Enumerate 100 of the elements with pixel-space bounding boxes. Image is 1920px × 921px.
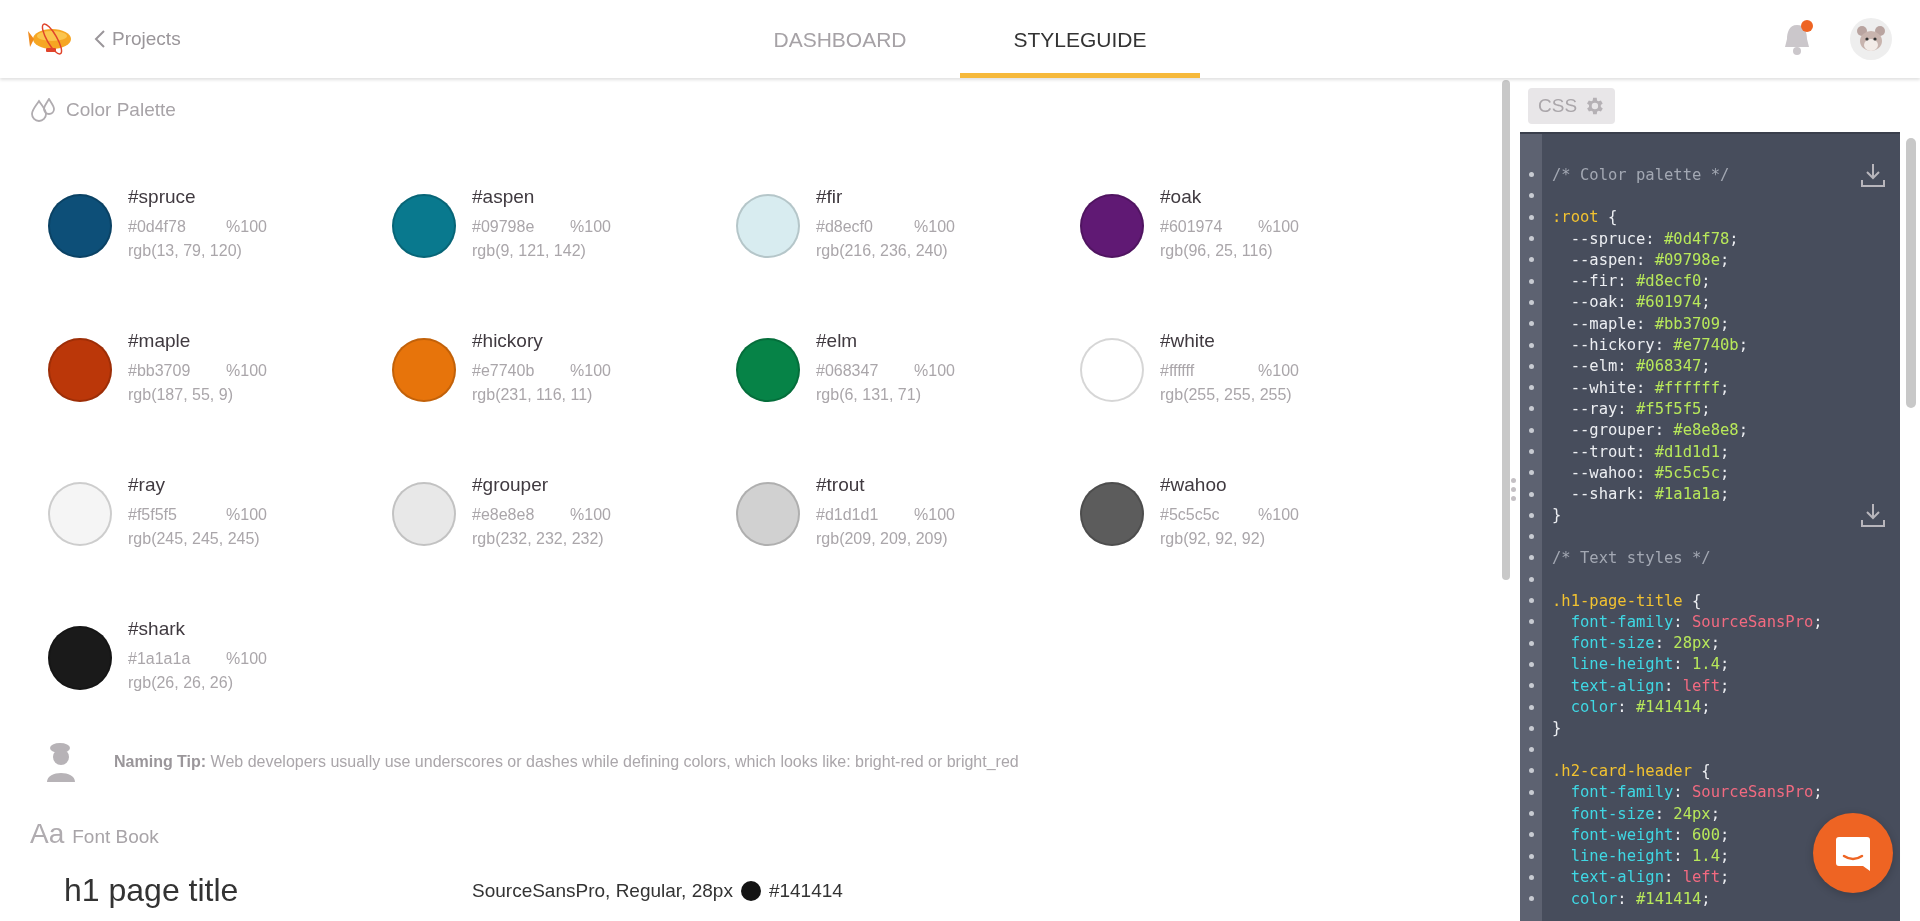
person-with-beret-icon <box>44 742 78 782</box>
code-line: :root { <box>1552 208 1618 227</box>
section-title: Font Book <box>72 826 159 848</box>
color-opacity: %100 <box>226 218 267 236</box>
code-line: font-size: 24px; <box>1569 804 1720 823</box>
chevron-left-icon[interactable] <box>94 29 106 49</box>
color-hex: #601974 <box>1160 218 1224 236</box>
code-line: --trout: #d1d1d1; <box>1569 442 1730 461</box>
color-opacity: %100 <box>226 506 267 524</box>
color-rgb: rgb(255, 255, 255) <box>1160 386 1293 404</box>
code-line: .h2-card-header { <box>1552 761 1711 780</box>
color-hex: #0d4f78 <box>128 218 187 236</box>
projects-back-link[interactable]: Projects <box>94 28 181 50</box>
color-rgb: rgb(209, 209, 209) <box>816 530 949 548</box>
color-hex: #f5f5f5 <box>128 506 178 524</box>
nav-tab[interactable]: STYLEGUIDE <box>960 0 1200 78</box>
code-line: --maple: #bb3709; <box>1569 314 1730 333</box>
color-name: #hickory <box>472 330 544 352</box>
color-hex: #068347 <box>816 362 880 380</box>
color-opacity: %100 <box>1258 362 1299 380</box>
code-line: --hickory: #e7740b; <box>1569 336 1748 354</box>
css-settings-button[interactable]: CSS <box>1528 88 1616 124</box>
color-name: #grouper <box>472 474 550 496</box>
code-line: --oak: #601974; <box>1569 293 1711 312</box>
code-line: --wahoo: #5c5c5c; <box>1569 463 1730 482</box>
hamster-avatar-icon[interactable] <box>1850 18 1892 60</box>
color-rgb: rgb(9, 121, 142) <box>472 242 587 260</box>
font-color-hex: #141414 <box>768 879 843 902</box>
color-rgb: rgb(6, 131, 71) <box>816 386 922 404</box>
code-line: line-height: 1.4; <box>1569 847 1730 866</box>
color-name: #maple <box>128 330 192 352</box>
code-line: font-size: 28px; <box>1569 634 1720 653</box>
color-hex: #09798e <box>472 218 536 236</box>
color-opacity: %100 <box>570 218 611 236</box>
code-line: --spruce: #0d4f78; <box>1569 229 1739 248</box>
color-opacity: %100 <box>914 362 955 380</box>
color-hex: #5c5c5c <box>1160 506 1221 524</box>
color-name: #spruce <box>128 186 197 208</box>
color-name: #oak <box>1160 186 1203 208</box>
code-line: font-family: SourceSansPro; <box>1569 612 1823 631</box>
code-line: font-weight: 600; <box>1569 825 1730 844</box>
color-opacity: %100 <box>226 650 267 668</box>
download-icon[interactable] <box>1860 161 1886 188</box>
color-hex: #d8ecf0 <box>816 218 874 236</box>
color-rgb: rgb(96, 25, 116) <box>1160 242 1274 260</box>
font-sample: h1 page title <box>64 872 240 909</box>
color-name: #aspen <box>472 186 536 208</box>
code-line: line-height: 1.4; <box>1569 655 1730 674</box>
color-rgb: rgb(13, 79, 120) <box>128 242 243 260</box>
color-name: #white <box>1160 330 1216 352</box>
code-line: --elm: #068347; <box>1569 357 1711 376</box>
font-icon: Aa <box>30 818 65 850</box>
color-rgb: rgb(231, 116, 11) <box>472 386 594 404</box>
download-icon[interactable] <box>1860 502 1886 529</box>
code-line: } <box>1552 719 1562 738</box>
naming-tip: Naming Tip: Web developers usually use underscores or dashes while defining colors, which looks like: bright-red or bright_red <box>114 753 1019 771</box>
code-line: } <box>1552 506 1562 525</box>
color-hex: #ffffff <box>1160 362 1196 380</box>
color-hex: #e8e8e8 <box>472 506 536 524</box>
code-line: --fir: #d8ecf0; <box>1569 272 1711 291</box>
color-opacity: %100 <box>570 506 611 524</box>
color-hex: #e7740b <box>472 362 536 380</box>
code-line: color: #141414; <box>1569 889 1711 908</box>
code-line: --ray: #f5f5f5; <box>1569 399 1711 418</box>
color-rgb: rgb(26, 26, 26) <box>128 674 234 692</box>
color-name: #wahoo <box>1160 474 1228 496</box>
color-name: #shark <box>128 618 187 640</box>
color-name: #fir <box>816 186 844 208</box>
section-title: Color Palette <box>66 99 176 121</box>
code-line: /* Color palette */ <box>1552 165 1730 184</box>
color-hex: #1a1a1a <box>128 650 192 668</box>
color-opacity: %100 <box>914 218 955 236</box>
color-name: #elm <box>816 330 859 352</box>
code-line: text-align: left; <box>1569 868 1730 887</box>
code-line: --grouper: #e8e8e8; <box>1569 421 1748 440</box>
code-line: color: #141414; <box>1569 698 1711 717</box>
color-opacity: %100 <box>1258 218 1299 236</box>
color-rgb: rgb(92, 92, 92) <box>1160 530 1266 548</box>
code-line: .h1-page-title { <box>1552 591 1702 610</box>
color-hex: #d1d1d1 <box>816 506 880 524</box>
color-rgb: rgb(232, 232, 232) <box>472 530 605 548</box>
code-line: font-family: SourceSansPro; <box>1569 783 1823 802</box>
color-hex: #bb3709 <box>128 362 192 380</box>
color-opacity: %100 <box>226 362 267 380</box>
color-opacity: %100 <box>570 362 611 380</box>
code-line: --shark: #1a1a1a; <box>1569 485 1730 504</box>
code-line: --white: #ffffff; <box>1569 378 1730 397</box>
scrollbar[interactable] <box>1502 80 1510 580</box>
code-line: /* Text styles */ <box>1552 549 1711 567</box>
color-rgb: rgb(187, 55, 9) <box>128 386 234 404</box>
code-line: text-align: left; <box>1569 676 1730 695</box>
font-spec: SourceSansPro, Regular, 28px <box>472 879 733 902</box>
color-rgb: rgb(245, 245, 245) <box>128 530 261 548</box>
resize-handle[interactable] <box>1511 478 1516 501</box>
nav-tab[interactable]: DASHBOARD <box>720 0 960 78</box>
color-name: #trout <box>816 474 866 496</box>
color-rgb: rgb(216, 236, 240) <box>816 242 949 260</box>
color-opacity: %100 <box>914 506 955 524</box>
code-line: --aspen: #09798e; <box>1569 250 1730 269</box>
scrollbar[interactable] <box>1906 138 1916 408</box>
